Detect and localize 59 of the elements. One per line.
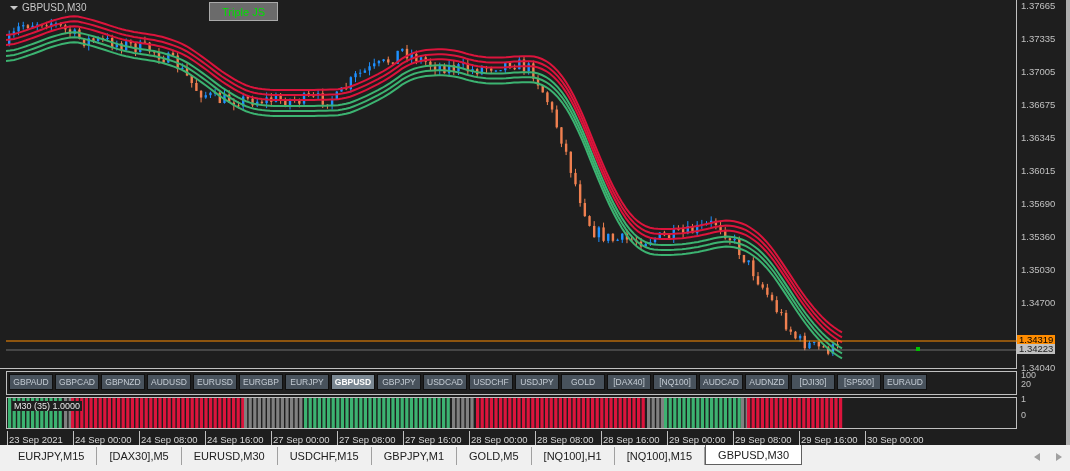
time-label: 28 Sep 08:00 [535, 431, 601, 445]
symbol-button[interactable]: AUDCAD [699, 374, 743, 390]
price-label: 1.36015 [1021, 165, 1056, 176]
symbol-button[interactable]: AUDUSD [147, 374, 191, 390]
symbol-button[interactable]: GOLD [561, 374, 605, 390]
symbol-button[interactable]: [DJI30] [791, 374, 835, 390]
symbol-button[interactable]: EURGBP [239, 374, 283, 390]
chart-tab[interactable]: GOLD,M5 [457, 447, 532, 465]
symbol-button[interactable]: AUDNZD [745, 374, 789, 390]
time-label: 28 Sep 00:00 [469, 431, 535, 445]
price-label: 1.37005 [1021, 66, 1056, 77]
price-label: 1.35690 [1021, 198, 1056, 209]
chart-tab[interactable]: [DAX30],M5 [97, 447, 182, 465]
indicator-button[interactable]: Triple JS [209, 2, 278, 21]
symbol-button[interactable]: GBPJPY [377, 374, 421, 390]
time-label: 28 Sep 16:00 [601, 431, 667, 445]
scale-label: 0 [1021, 411, 1026, 420]
symbol-button[interactable]: EURJPY [285, 374, 329, 390]
chart-tab[interactable]: EURJPY,M15 [6, 447, 98, 465]
symbol-button[interactable]: [NQ100] [653, 374, 697, 390]
price-label: 1.36345 [1021, 132, 1056, 143]
time-label: 30 Sep 00:00 [865, 431, 931, 445]
scale-label: 20 [1021, 380, 1031, 389]
symbol-button[interactable]: USDJPY [515, 374, 559, 390]
symbol-button[interactable]: GBPAUD [9, 374, 53, 390]
symbol-button[interactable]: GBPCAD [55, 374, 99, 390]
scale-label: 100 [1021, 371, 1037, 380]
time-label: 27 Sep 08:00 [337, 431, 403, 445]
symbol-button[interactable]: EURUSD [193, 374, 237, 390]
price-label: 1.34700 [1021, 297, 1056, 308]
symbol-button[interactable]: EURAUD [883, 374, 927, 390]
chart-tab[interactable]: GBPJPY,M1 [371, 447, 458, 465]
chart-tab[interactable]: [NQ100],H1 [531, 447, 615, 465]
symbol-button[interactable]: [DAX40] [607, 374, 651, 390]
chart-tab[interactable]: USDCHF,M15 [277, 447, 372, 465]
price-label: 1.37665 [1021, 0, 1056, 11]
price-label: 1.36675 [1021, 99, 1056, 110]
price-label: 1.35360 [1021, 231, 1056, 242]
scroll-left-icon[interactable] [1033, 452, 1041, 462]
symbol-button[interactable]: USDCHF [469, 374, 513, 390]
time-label: 24 Sep 16:00 [205, 431, 271, 445]
time-label: 27 Sep 16:00 [403, 431, 469, 445]
price-label: 1.35030 [1021, 264, 1056, 275]
symbol-button[interactable]: USDCAD [423, 374, 467, 390]
time-label: 24 Sep 00:00 [73, 431, 139, 445]
time-label: 23 Sep 2021 [7, 431, 73, 445]
chart-tab[interactable]: EURUSD,M30 [181, 447, 278, 465]
price-label: 1.37335 [1021, 33, 1056, 44]
symbol-button[interactable]: [SP500] [837, 374, 881, 390]
chart-title: GBPUSD,M30 [10, 2, 87, 13]
indicator-label: M30 (35) 1.0000 [12, 401, 83, 411]
scroll-right-icon[interactable] [1055, 452, 1063, 462]
time-label: 24 Sep 08:00 [139, 431, 205, 445]
time-label: 27 Sep 00:00 [271, 431, 337, 445]
symbol-button[interactable]: GBPUSD [331, 374, 375, 390]
chart-tab[interactable]: GBPUSD,M30 [705, 445, 802, 465]
price-tag: 1.34223 [1017, 344, 1056, 354]
symbol-button[interactable]: GBPNZD [101, 374, 145, 390]
scale-label: 1 [1021, 395, 1026, 404]
